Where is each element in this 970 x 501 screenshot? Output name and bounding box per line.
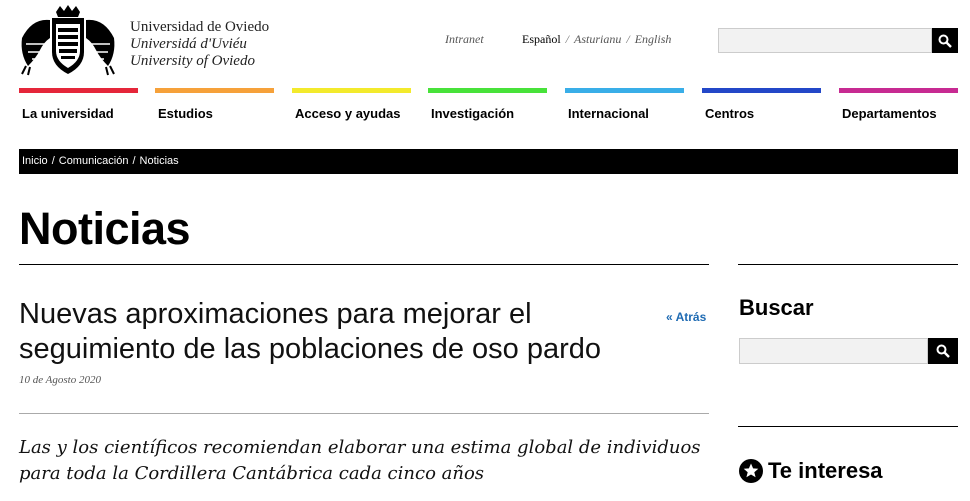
sidebar-divider	[738, 264, 958, 265]
language-english[interactable]: English	[635, 32, 672, 46]
breadcrumb-inicio[interactable]: Inicio	[22, 155, 48, 167]
breadcrumb-separator: /	[51, 155, 55, 167]
sidebar-divider	[738, 426, 958, 427]
breadcrumb-comunicacion[interactable]: Comunicación	[59, 155, 129, 167]
nav-item-estudios[interactable]: Estudios	[155, 88, 274, 128]
breadcrumb-noticias[interactable]: Noticias	[140, 155, 179, 167]
language-separator: /	[565, 32, 570, 46]
university-name-ast: Universidá d'Uviéu	[130, 36, 247, 52]
header-search-input[interactable]	[718, 28, 932, 53]
star-icon	[739, 459, 763, 483]
language-espanol[interactable]: Español	[522, 32, 561, 46]
university-names[interactable]: Universidad de Oviedo Universidá d'Uviéu…	[130, 19, 269, 70]
sidebar-search-button[interactable]	[928, 338, 958, 364]
article-divider	[19, 413, 709, 414]
back-link[interactable]: « Atrás	[666, 310, 706, 324]
sidebar-interest-heading: Te interesa	[739, 458, 883, 484]
breadcrumb: Inicio / Comunicación / Noticias	[19, 149, 958, 174]
language-separator: /	[626, 32, 630, 46]
page-title: Noticias	[19, 203, 191, 254]
sidebar-interest-title: Te interesa	[768, 458, 883, 483]
nav-item-investigacion[interactable]: Investigación	[428, 88, 547, 128]
university-shield-logo-icon	[21, 5, 115, 76]
divider	[19, 264, 709, 265]
nav-item-acceso-y-ayudas[interactable]: Acceso y ayudas	[292, 88, 411, 128]
main-navigation: La universidad Estudios Acceso y ayudas …	[19, 88, 958, 128]
header-search-button[interactable]	[932, 28, 958, 53]
language-switcher: Español / Asturianu / English	[522, 32, 671, 47]
breadcrumb-separator: /	[132, 155, 136, 167]
language-asturianu[interactable]: Asturianu	[574, 32, 621, 46]
nav-item-departamentos[interactable]: Departamentos	[839, 88, 958, 128]
nav-item-centros[interactable]: Centros	[702, 88, 821, 128]
header-search	[718, 28, 958, 53]
search-icon	[936, 344, 950, 358]
university-name-en: University of Oviedo	[130, 53, 255, 69]
university-name-es: Universidad de Oviedo	[130, 19, 270, 35]
university-logo[interactable]	[18, 4, 118, 76]
intranet-link[interactable]: Intranet	[445, 32, 484, 47]
article-title: Nuevas aproximaciones para mejorar el se…	[19, 298, 602, 365]
nav-item-la-universidad[interactable]: La universidad	[19, 88, 138, 128]
article-lead: Las y los científicos recomiendan elabor…	[19, 437, 701, 484]
sidebar-search-title: Buscar	[739, 295, 814, 320]
search-icon	[938, 34, 952, 48]
article-date: 10 de Agosto 2020	[19, 374, 101, 386]
nav-item-internacional[interactable]: Internacional	[565, 88, 684, 128]
sidebar-search-input[interactable]	[739, 338, 928, 364]
sidebar-search	[739, 338, 958, 364]
